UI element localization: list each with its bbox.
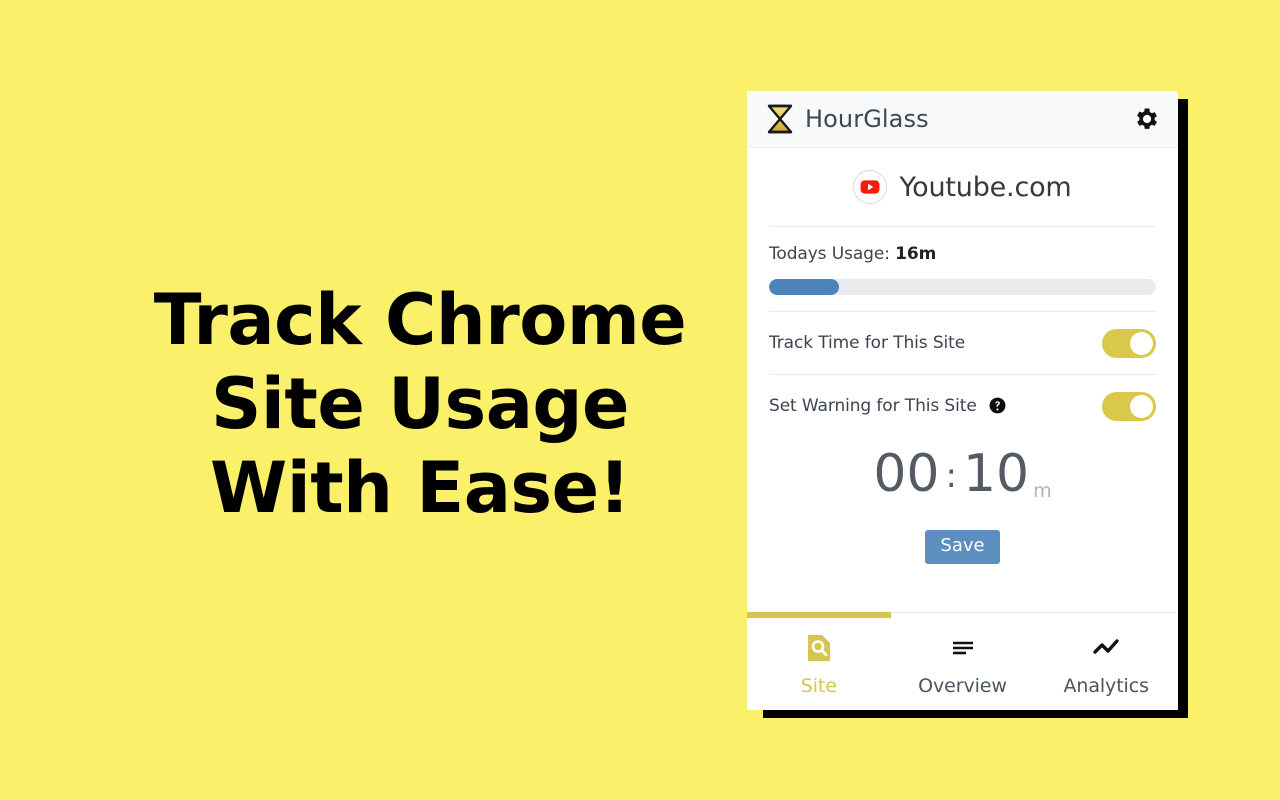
- set-warning-row: Set Warning for This Site: [769, 375, 1156, 437]
- bottom-navigation: Site Overview Analytics: [747, 612, 1178, 710]
- popup-header: HourGlass: [747, 91, 1178, 148]
- timer-unit: m: [1033, 480, 1052, 502]
- nav-tab-analytics-label: Analytics: [1063, 674, 1149, 697]
- line-chart-icon: [1091, 633, 1121, 663]
- headline-line-2: Site Usage: [210, 363, 630, 445]
- gear-icon[interactable]: [1132, 105, 1160, 133]
- headline-line-1: Track Chrome: [153, 279, 687, 361]
- list-lines-icon: [948, 633, 978, 663]
- track-time-toggle-knob: [1130, 331, 1153, 355]
- usage-label: Todays Usage:: [769, 244, 890, 264]
- nav-tab-site[interactable]: Site: [747, 612, 891, 710]
- site-name: Youtube.com: [899, 171, 1072, 203]
- usage-progress-bar: [769, 279, 1156, 295]
- timer-minutes[interactable]: 10: [963, 444, 1029, 504]
- help-circle-icon[interactable]: [989, 397, 1006, 414]
- track-time-label: Track Time for This Site: [769, 333, 966, 353]
- timer-separator: :: [945, 456, 957, 496]
- set-warning-label: Set Warning for This Site: [769, 396, 977, 416]
- popup-body: Youtube.com Todays Usage: 16m Track Time…: [747, 148, 1178, 612]
- nav-tab-overview-label: Overview: [918, 674, 1007, 697]
- warning-timer-display[interactable]: 00:10 m: [769, 445, 1156, 520]
- usage-label-row: Todays Usage: 16m: [769, 244, 1156, 264]
- active-tab-indicator: [747, 612, 891, 618]
- warning-timer-section: 00:10 m Save: [769, 437, 1156, 564]
- nav-tab-site-label: Site: [800, 674, 837, 697]
- brand-name: HourGlass: [805, 105, 929, 133]
- nav-tab-overview[interactable]: Overview: [891, 613, 1035, 710]
- youtube-icon: [853, 170, 888, 204]
- page-title: Track Chrome Site Usage With Ease!: [60, 278, 780, 530]
- headline-line-3: With Ease!: [210, 447, 631, 529]
- track-time-toggle[interactable]: [1102, 328, 1156, 358]
- set-warning-toggle-knob: [1130, 394, 1153, 418]
- usage-value: 16m: [895, 244, 937, 264]
- promo-banner: Track Chrome Site Usage With Ease! HourG…: [0, 0, 1280, 800]
- hourglass-icon: [767, 104, 793, 134]
- todays-usage-section: Todays Usage: 16m: [769, 227, 1156, 312]
- usage-progress-fill: [769, 279, 839, 295]
- track-time-row: Track Time for This Site: [769, 312, 1156, 375]
- current-site-row: Youtube.com: [769, 148, 1156, 227]
- save-button[interactable]: Save: [925, 530, 1000, 564]
- nav-tab-analytics[interactable]: Analytics: [1034, 613, 1178, 710]
- set-warning-toggle[interactable]: [1102, 391, 1156, 421]
- timer-hours[interactable]: 00: [873, 444, 939, 504]
- site-search-doc-icon: [804, 633, 834, 663]
- set-warning-label-group: Set Warning for This Site: [769, 396, 1006, 416]
- extension-popup: HourGlass Youtube.com Todays Usage: 16m …: [747, 91, 1178, 710]
